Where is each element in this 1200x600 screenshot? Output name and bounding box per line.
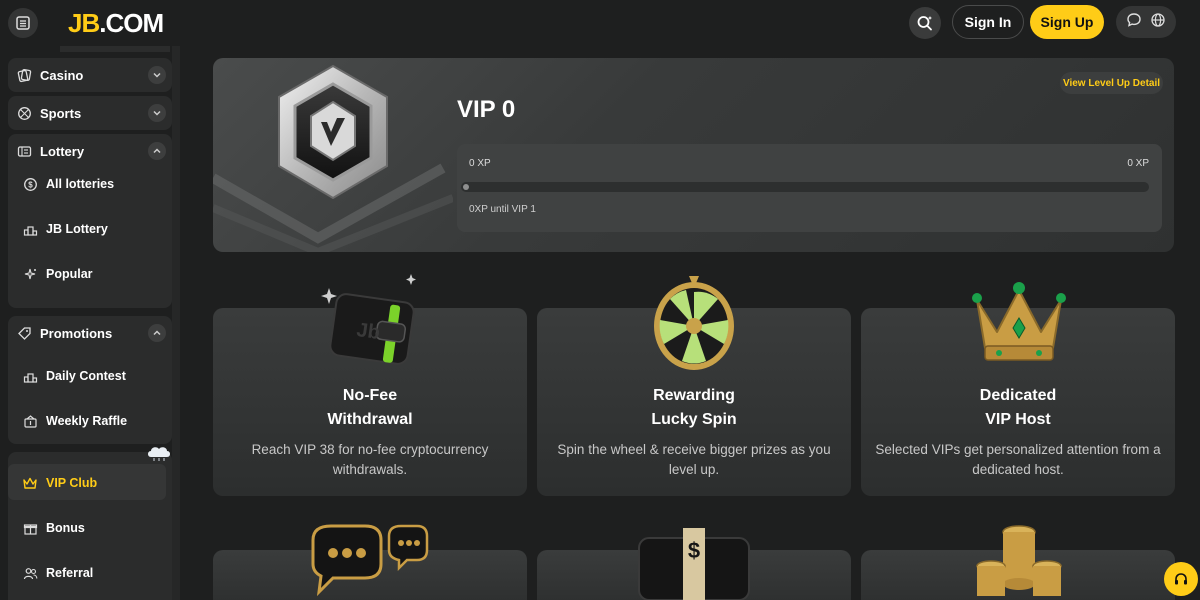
sidebar-item-referral[interactable]: Referral [22,563,93,583]
card-title-line1: Dedicated [979,387,1057,404]
tag-icon [16,325,32,341]
benefit-card-lucky-spin: Rewarding Lucky Spin Spin the wheel & re… [537,276,851,496]
menu-icon [16,16,30,30]
chevron-down-icon[interactable] [148,104,166,122]
support-button[interactable] [1164,562,1198,596]
sidebar-scrollbar[interactable] [172,46,180,600]
headset-icon [1175,573,1187,585]
sidebar-subitem-label: Referral [46,566,94,580]
logo-jb: JB [68,8,100,38]
top-header: JB.COM Sign In Sign Up [0,0,1200,46]
svg-text:$: $ [688,538,700,563]
vip-level-panel: VIP 0 View Level Up Detail 0 XP 0 XP 0XP… [213,58,1174,252]
spin-wheel-icon [654,276,734,370]
globe-icon [1151,12,1165,27]
search-icon [917,16,932,31]
coin-icon: $ [22,176,38,192]
chat-icon [1127,12,1141,27]
sidebar-item-promotions[interactable]: Promotions [8,316,172,350]
sidebar-subitem-label: Popular [46,267,93,281]
logo-com: .COM [99,8,164,38]
sidebar-item-popular[interactable]: Popular [22,264,93,284]
sidebar-subitem-label: JB Lottery [46,222,108,236]
wallet-icon: Jb [321,274,416,365]
site-logo[interactable]: JB.COM [68,8,164,39]
main-content: VIP 0 View Level Up Detail 0 XP 0 XP 0XP… [180,46,1200,600]
raffle-icon [22,413,38,429]
podium-icon [22,368,38,384]
sidebar-item-sports[interactable]: Sports [8,96,172,130]
card-title-line2: Lucky Spin [651,411,737,428]
header-utility-group [1116,6,1176,38]
sign-up-button[interactable]: Sign Up [1030,5,1104,39]
briefcase-icon: $ [638,528,750,600]
language-button[interactable] [1150,12,1166,33]
sidebar-item-weekly-raffle[interactable]: Weekly Raffle [22,411,127,431]
sidebar-item-label: Promotions [40,325,113,341]
sidebar-item-jb-lottery[interactable]: JB Lottery [22,219,108,239]
xp-target: 0 XP [1127,158,1149,169]
search-button[interactable] [909,7,941,39]
chevron-up-icon[interactable] [148,142,166,160]
cloud-icon [146,444,172,467]
card-description: Reach VIP 38 for no-fee cryptocurrency w… [251,442,489,477]
card-title-line2: Withdrawal [327,411,413,428]
card-description: Spin the wheel & receive bigger prizes a… [557,442,831,477]
menu-toggle-button[interactable] [8,8,38,38]
gift-icon [22,520,38,536]
xp-progress-box: 0 XP 0 XP 0XP until VIP 1 [457,144,1162,232]
vip-badge-icon [278,64,388,200]
sign-in-button[interactable]: Sign In [952,5,1024,39]
benefit-card-vip-host: Dedicated VIP Host Selected VIPs get per… [861,282,1175,496]
sidebar-subitem-label: All lotteries [46,177,115,191]
benefit-card-support [213,524,527,600]
view-level-up-detail-button[interactable]: View Level Up Detail [1060,72,1163,94]
benefit-card-rewards [861,525,1175,600]
chat-bubbles-icon [311,524,429,597]
crown-icon [22,475,38,491]
ball-icon [16,105,32,121]
sidebar-item-daily-contest[interactable]: Daily Contest [22,366,126,386]
vip-level-title: VIP 0 [457,96,516,123]
benefit-card-no-fee-withdrawal: Jb No-Fee Withdrawal Reach VIP 38 for no… [213,274,527,496]
xp-until-next: 0XP until VIP 1 [469,204,536,215]
sidebar-item-label: Lottery [40,143,85,159]
sidebar-subitem-label: Daily Contest [46,369,126,383]
users-icon [22,565,38,581]
sidebar-group-promotions: Promotions Daily Contest Weekly Raffle [8,316,172,444]
podium-icon [22,221,38,237]
card-description: Selected VIPs get personalized attention… [875,442,1161,477]
sidebar-subitem-label: VIP Club [46,476,98,490]
sparkle-icon [22,266,38,282]
card-title-line1: No-Fee [342,387,398,404]
coins-icon [976,525,1062,596]
sidebar-group-lottery: Lottery $ All lotteries JB Lottery Popul… [8,134,172,308]
ticket-icon [16,143,32,159]
xp-progress-track [461,182,1149,192]
svg-text:Jb: Jb [355,319,381,344]
sidebar-item-label: Sports [40,105,82,121]
crown-icon [972,282,1066,361]
sidebar-item-bonus[interactable]: Bonus [22,518,85,538]
xp-progress-knob [463,184,469,190]
svg-text:$: $ [28,180,33,189]
sidebar-item-casino[interactable]: Casino [8,58,172,92]
cards-icon [16,67,32,83]
chat-button[interactable] [1126,12,1142,33]
sidebar-item-label: Casino [40,67,84,83]
card-title-line1: Rewarding [653,387,735,404]
card-title-line2: VIP Host [985,411,1051,428]
benefit-card-cashback: $ [537,528,851,600]
xp-current: 0 XP [469,158,491,169]
sidebar: Casino Sports Lottery $ All lotteries JB… [0,46,180,600]
chevron-down-icon[interactable] [148,66,166,84]
sidebar-item-lottery[interactable]: Lottery [8,134,172,168]
sidebar-item-all-lotteries[interactable]: $ All lotteries [22,174,114,194]
sidebar-top-strip [60,46,170,52]
sidebar-item-vip-club[interactable]: VIP Club [22,473,97,493]
sidebar-subitem-label: Weekly Raffle [46,414,128,428]
sidebar-subitem-label: Bonus [46,521,85,535]
chevron-up-icon[interactable] [148,324,166,342]
